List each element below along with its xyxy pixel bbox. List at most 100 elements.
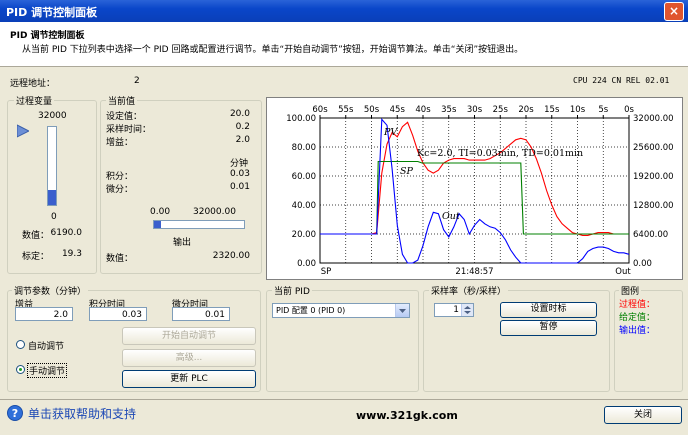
cpu-version: CPU 224 CN REL 02.01 bbox=[573, 76, 670, 85]
x-axis-time-label: 21:48:57 bbox=[455, 267, 493, 277]
integral-current-value: 0.03 bbox=[229, 169, 250, 179]
advanced-button[interactable]: 高级... bbox=[122, 349, 256, 367]
output-level-bar bbox=[153, 220, 245, 229]
setpoint-label: 设定值： bbox=[106, 112, 143, 122]
y-right-tick-label: 12800.00 bbox=[633, 201, 674, 211]
integral-current-label: 积分： bbox=[106, 172, 134, 182]
output-level-fill bbox=[154, 221, 161, 228]
output-label: 输出 bbox=[173, 238, 192, 248]
gain-input[interactable]: 2.0 bbox=[15, 307, 73, 321]
process-variable-group-label: 过程变量 bbox=[14, 94, 55, 107]
tuning-params-group-label: 调节参数（分钟） bbox=[12, 284, 89, 297]
y-left-tick-label: 40.00 bbox=[292, 201, 316, 211]
setpoint-value: 20.0 bbox=[229, 109, 250, 119]
help-icon[interactable]: ? bbox=[7, 405, 23, 421]
remote-address-value: 2 bbox=[134, 76, 140, 86]
x-tick-label: 0s bbox=[624, 105, 634, 115]
pv-scale-max: 32000 bbox=[38, 111, 67, 121]
output-value-label: 数值： bbox=[106, 254, 134, 264]
footer-divider bbox=[0, 399, 688, 400]
sample-rate-value: 1 bbox=[453, 305, 459, 315]
x-tick-label: 55s bbox=[338, 105, 354, 115]
auto-tune-radio[interactable] bbox=[16, 340, 25, 349]
trend-chart-frame: 100.00 32000.00 80.00 25600.00 60.00 19200.00… bbox=[266, 97, 683, 280]
legend-pv: 过程值： bbox=[619, 300, 656, 310]
update-plc-button[interactable]: 更新 PLC bbox=[122, 370, 256, 388]
output-value: 2320.00 bbox=[212, 251, 250, 261]
gain-current-value: 2.0 bbox=[235, 135, 250, 145]
pv-annotation: PV bbox=[383, 127, 398, 138]
title-bar: PID 调节控制面板 × bbox=[0, 0, 688, 22]
y-right-tick-label: 32000.00 bbox=[633, 114, 674, 124]
y-right-tick-label: 6400.00 bbox=[633, 230, 668, 240]
auto-tune-label: 自动调节 bbox=[28, 342, 65, 352]
x-tick-label: 35s bbox=[441, 105, 457, 115]
pid-select-dropdown-button[interactable] bbox=[395, 304, 409, 317]
pv-level-fill bbox=[48, 189, 56, 205]
legend-group-label: 图例 bbox=[619, 284, 642, 297]
legend-sp: 给定值： bbox=[619, 313, 656, 323]
y-left-tick-label: 0.00 bbox=[297, 259, 316, 269]
derivative-input[interactable]: 0.01 bbox=[172, 307, 230, 321]
pv-level-bar bbox=[47, 126, 57, 206]
minutes-unit-label: 分钟 bbox=[230, 159, 249, 169]
spinner-arrows[interactable] bbox=[461, 304, 473, 316]
svg-text:?: ? bbox=[12, 407, 18, 420]
pid-select-value: PID 配置 0 (PID 0) bbox=[276, 306, 346, 315]
x-tick-label: 45s bbox=[390, 105, 406, 115]
output-min-label: 0.00 bbox=[150, 207, 171, 217]
sample-rate-spinner[interactable]: 1 bbox=[434, 303, 474, 317]
derivative-current-label: 微分： bbox=[106, 185, 134, 195]
set-timebase-button[interactable]: 设置时标 bbox=[500, 302, 597, 318]
y-left-tick-label: 100.00 bbox=[286, 114, 316, 124]
pv-value-label: 数值： bbox=[22, 231, 50, 241]
sample-time-value: 0.2 bbox=[235, 122, 250, 132]
current-values-group-label: 当前值 bbox=[106, 94, 138, 107]
y-left-tick-label: 80.00 bbox=[292, 143, 316, 153]
manual-tune-label: 手动调节 bbox=[27, 363, 68, 378]
x-axis-right-label: Out bbox=[615, 267, 631, 277]
chevron-down-icon bbox=[399, 309, 406, 313]
watermark-text: www.321gk.com bbox=[356, 409, 458, 422]
x-tick-label: 60s bbox=[312, 105, 328, 115]
y-right-tick-label: 19200.00 bbox=[633, 172, 674, 182]
x-tick-label: 5s bbox=[598, 105, 608, 115]
formula-annotation: Kc=2.0, TI=0.03min, TD=0.01min bbox=[417, 148, 583, 159]
trend-chart: 100.00 32000.00 80.00 25600.00 60.00 19200.00… bbox=[286, 105, 674, 277]
pv-value: 6190.0 bbox=[50, 228, 83, 238]
output-max-label: 32000.00 bbox=[193, 207, 236, 217]
y-left-tick-label: 60.00 bbox=[292, 172, 316, 182]
x-tick-label: 30s bbox=[467, 105, 483, 115]
window-title: PID 调节控制面板 bbox=[6, 6, 98, 19]
spin-arrows-icon bbox=[464, 306, 471, 314]
header-panel: PID 调节控制面板 从当前 PID 下拉列表中选择一个 PID 回路或配置进行… bbox=[0, 22, 688, 67]
pid-select[interactable]: PID 配置 0 (PID 0) bbox=[272, 303, 410, 318]
y-left-tick-label: 20.00 bbox=[292, 230, 316, 240]
header-title: PID 调节控制面板 bbox=[10, 31, 85, 41]
pv-scale-min: 0 bbox=[51, 212, 57, 222]
x-tick-label: 40s bbox=[415, 105, 431, 115]
pv-scale-value: 19.3 bbox=[61, 249, 82, 259]
x-tick-label: 25s bbox=[493, 105, 509, 115]
pv-pointer-icon bbox=[17, 124, 29, 138]
x-axis-left-label: SP bbox=[321, 267, 332, 277]
sp-annotation: SP bbox=[400, 166, 414, 177]
integral-input[interactable]: 0.03 bbox=[89, 307, 147, 321]
header-description: 从当前 PID 下拉列表中选择一个 PID 回路或配置进行调节。单击“开始自动调… bbox=[22, 45, 524, 55]
close-button[interactable]: 关闭 bbox=[604, 406, 682, 424]
x-tick-label: 15s bbox=[544, 105, 560, 115]
help-link[interactable]: 单击获取帮助和支持 bbox=[28, 405, 136, 422]
y-right-tick-label: 25600.00 bbox=[633, 143, 674, 153]
manual-tune-radio[interactable] bbox=[16, 365, 25, 374]
remote-address-label: 远程地址： bbox=[10, 79, 56, 89]
sampling-rate-group-label: 采样率（秒/采样） bbox=[429, 284, 509, 297]
sample-time-label: 采样时间： bbox=[106, 125, 152, 135]
derivative-current-value: 0.01 bbox=[229, 182, 250, 192]
x-tick-label: 50s bbox=[364, 105, 380, 115]
x-tick-label: 10s bbox=[570, 105, 586, 115]
window-close-button[interactable]: × bbox=[664, 2, 684, 21]
legend-out: 输出值： bbox=[619, 326, 656, 336]
pause-button[interactable]: 暂停 bbox=[500, 320, 597, 336]
current-pid-group-label: 当前 PID bbox=[272, 284, 312, 297]
start-auto-tune-button[interactable]: 开始自动调节 bbox=[122, 327, 256, 345]
